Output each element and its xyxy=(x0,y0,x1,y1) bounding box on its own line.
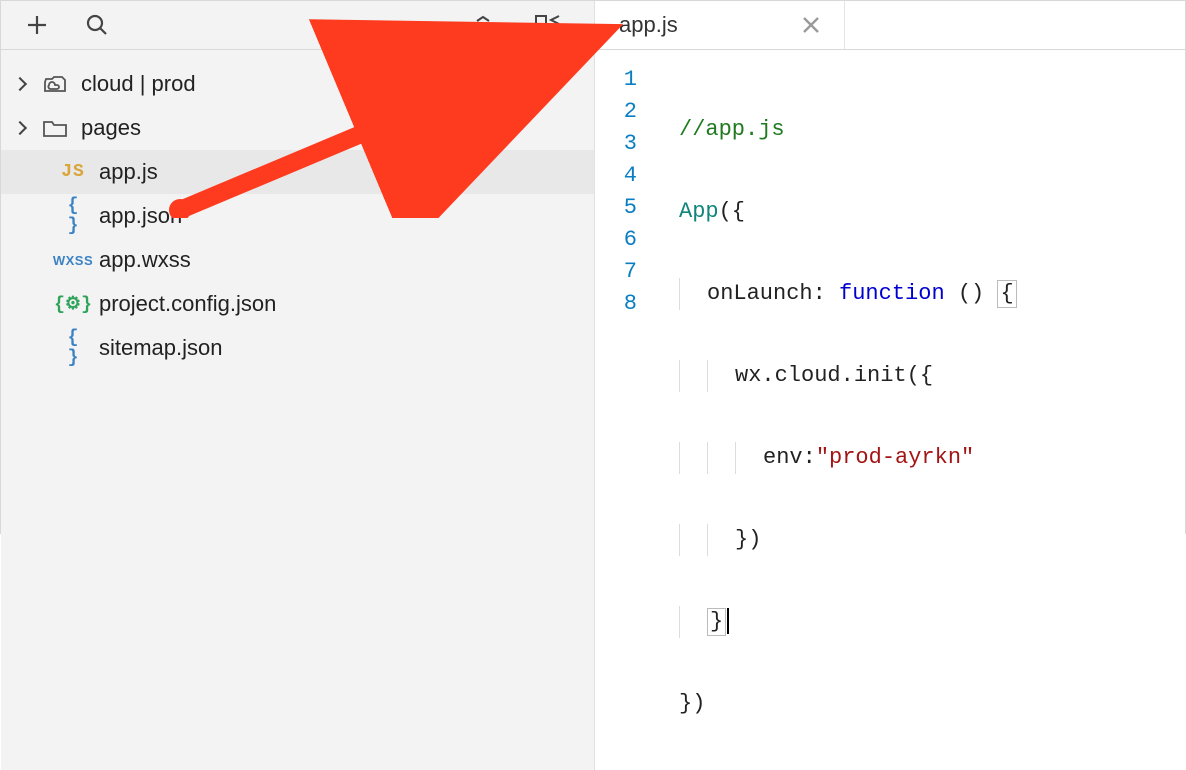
tree-file-appwxss[interactable]: WXSS app.wxss xyxy=(1,238,594,282)
split-editor-button[interactable] xyxy=(524,1,572,49)
tree-label: pages xyxy=(81,115,141,141)
more-actions-button[interactable] xyxy=(404,1,452,49)
tree-file-sitemap[interactable]: { } sitemap.json xyxy=(1,326,594,370)
tree-file-appjs[interactable]: JS app.js xyxy=(1,150,594,194)
tree-label: app.json xyxy=(99,203,182,229)
config-file-icon: {⚙} xyxy=(57,293,89,315)
code-editor[interactable]: 1 2 3 4 5 6 7 8 //app.js App({ onLaunch:… xyxy=(595,50,1185,770)
json-file-icon: { } xyxy=(57,328,89,368)
wxss-file-icon: WXSS xyxy=(57,253,89,268)
file-explorer: cloud | prod pages JS app.js { } app.jso… xyxy=(1,50,595,770)
text-cursor xyxy=(727,608,729,634)
folder-icon xyxy=(39,118,71,138)
tree-label: project.config.json xyxy=(99,291,276,317)
json-file-icon: { } xyxy=(57,196,89,236)
line-number-gutter: 1 2 3 4 5 6 7 8 xyxy=(595,50,651,770)
collapse-folders-button[interactable] xyxy=(464,1,512,49)
cloud-folder-icon xyxy=(39,74,71,94)
tree-file-projectconfig[interactable]: {⚙} project.config.json xyxy=(1,282,594,326)
tree-folder-cloud[interactable]: cloud | prod xyxy=(1,62,594,106)
new-file-button[interactable] xyxy=(13,1,61,49)
tree-label: sitemap.json xyxy=(99,335,223,361)
editor-tab-appjs[interactable]: app.js xyxy=(595,1,845,49)
tab-close-button[interactable] xyxy=(802,16,820,34)
tree-label: cloud | prod xyxy=(81,71,196,97)
chevron-right-icon xyxy=(13,77,27,91)
chevron-right-icon xyxy=(13,121,27,135)
sidebar-toolbar xyxy=(1,1,595,49)
code-content[interactable]: //app.js App({ onLaunch: function () { w… xyxy=(651,50,1017,770)
js-file-icon: JS xyxy=(57,162,89,182)
tree-label: app.wxss xyxy=(99,247,191,273)
tree-folder-pages[interactable]: pages xyxy=(1,106,594,150)
search-button[interactable] xyxy=(73,1,121,49)
tree-label: app.js xyxy=(99,159,158,185)
tree-file-appjson[interactable]: { } app.json xyxy=(1,194,594,238)
editor-tabs: app.js xyxy=(595,1,1185,49)
tab-title: app.js xyxy=(619,12,678,38)
